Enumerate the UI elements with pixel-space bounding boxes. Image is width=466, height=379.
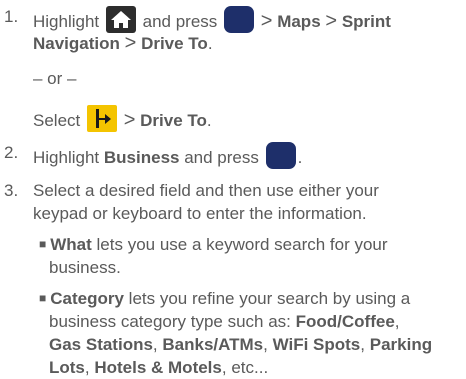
bullet-category-line-1: ■ Category lets you refine your search by… [39, 288, 410, 311]
menu-path-navigation: Navigation [33, 34, 120, 53]
navigation-icon [86, 105, 117, 132]
comma: , [360, 335, 370, 354]
comma: , [394, 312, 400, 331]
comma: , [152, 335, 163, 354]
field-name-what: What [50, 235, 92, 254]
field-description: lets you use a keyword search for your [91, 235, 388, 254]
step-1-alt-line: Select > Drive To. [33, 105, 212, 132]
ok-key-icon [224, 6, 255, 33]
bullet-category-line-3: Gas Stations, Banks/ATMs, WiFi Spots, Pa… [49, 334, 432, 356]
bullet-icon: ■ [39, 237, 47, 251]
step-1-line-2: Navigation > Drive To. [33, 32, 213, 55]
bullet-what-line-1: ■ What lets you use a keyword search for … [39, 234, 388, 257]
category-parking: Parking [369, 335, 433, 354]
category-gas-stations: Gas Stations [49, 335, 153, 354]
category-wifi-spots: WiFi Spots [272, 335, 361, 354]
bullet-icon: ■ [39, 291, 47, 305]
separator: > [260, 10, 273, 32]
menu-path-drive-to: Drive To [141, 34, 208, 53]
menu-path-sprint: Sprint [341, 12, 391, 31]
period: . [297, 148, 303, 167]
step-number: 3. [4, 181, 19, 200]
or-separator: – or – [33, 69, 77, 88]
step-text: Highlight [33, 148, 100, 167]
period: . [206, 111, 212, 130]
bullet-what-line-2: business. [49, 258, 121, 277]
separator: > [325, 10, 338, 32]
step-3-line-2: keypad or keyboard to enter the informat… [33, 204, 367, 223]
comma: , [263, 335, 273, 354]
field-description: business category type such as: [49, 312, 296, 331]
step-text: Select [33, 111, 81, 130]
period: . [207, 34, 213, 53]
step-number: 2. [4, 143, 19, 162]
step-text: Select a desired field and then use eith… [33, 181, 379, 200]
bullet-category-line-4: Lots, Hotels & Motels, etc... [49, 357, 268, 379]
step-text: and press [184, 148, 259, 167]
step-text: and press [142, 12, 218, 31]
category-banks-atms: Banks/ATMs [162, 335, 264, 354]
menu-path-maps: Maps [277, 12, 321, 31]
menu-item-business: Business [103, 148, 180, 167]
step-number: 1. [4, 7, 19, 26]
separator: > [123, 109, 136, 131]
separator: > [124, 32, 137, 54]
category-food-coffee: Food/Coffee [295, 312, 395, 331]
step-text: Highlight [33, 12, 100, 31]
home-icon [105, 6, 136, 33]
bullet-category-line-2: business category type such as: Food/Cof… [49, 311, 400, 333]
ok-key-icon [265, 142, 296, 169]
menu-path-drive-to: Drive To [140, 111, 207, 130]
field-description: lets you refine your search by using a [123, 289, 411, 308]
field-name-category: Category [50, 289, 124, 308]
